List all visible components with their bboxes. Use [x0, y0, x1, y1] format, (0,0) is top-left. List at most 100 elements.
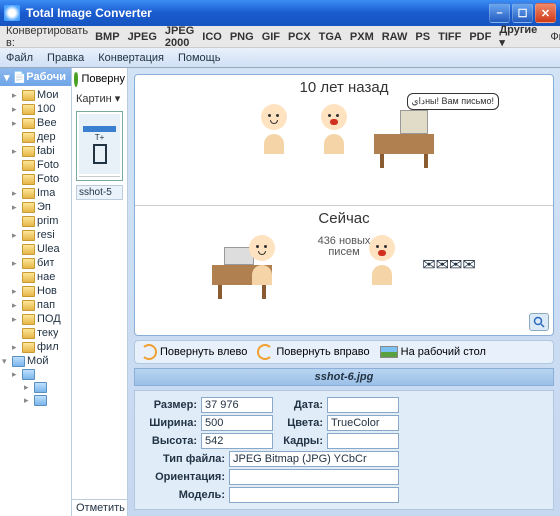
thumbnail-footer: [79, 176, 120, 178]
format-pcx[interactable]: PCX: [287, 31, 312, 43]
thumbnail-filename[interactable]: sshot-5: [76, 185, 123, 200]
other-formats-button[interactable]: Другие ▾: [498, 24, 538, 49]
format-ico[interactable]: ICO: [201, 31, 223, 43]
tree-item[interactable]: дер: [0, 130, 71, 144]
zoom-button[interactable]: [529, 313, 549, 331]
tree-item[interactable]: ▸: [0, 381, 71, 394]
refresh-label: Поверну: [81, 73, 125, 85]
format-tga[interactable]: TGA: [318, 31, 343, 43]
date-label: Дата:: [277, 399, 323, 411]
tree-item[interactable]: теку: [0, 326, 71, 340]
orientation-field[interactable]: [229, 469, 399, 485]
tree-item[interactable]: prim: [0, 214, 71, 228]
tree-item[interactable]: ▸фил: [0, 340, 71, 354]
format-pxm[interactable]: PXM: [349, 31, 375, 43]
folder-icon: [22, 202, 35, 213]
tree-item[interactable]: ▸: [0, 368, 71, 381]
frames-field[interactable]: [327, 433, 399, 449]
folder-tree-panel: ▾ 📄 Рабочи ▸Мои▸100▸Beeдер▸fabiFotoFoto▸…: [0, 68, 72, 516]
tree-item[interactable]: ▸fabi: [0, 144, 71, 158]
height-field[interactable]: [201, 433, 273, 449]
format-png[interactable]: PNG: [229, 31, 255, 43]
rotate-left-icon: [141, 344, 157, 360]
filetype-field[interactable]: [229, 451, 399, 467]
preview-title-bottom: Сейчас: [318, 210, 369, 227]
folder-icon: [22, 258, 35, 269]
properties-panel: Размер: Дата: Ширина: Цвета: Высота: Кад…: [134, 390, 554, 510]
tree-item[interactable]: ▸Нов: [0, 284, 71, 298]
menu-file[interactable]: Файл: [6, 52, 33, 64]
thumbnail-mode-label[interactable]: Картин ▾: [72, 90, 127, 107]
format-raw[interactable]: RAW: [381, 31, 409, 43]
thumbnail-image: T+: [79, 114, 120, 174]
tree-item[interactable]: ▸пап: [0, 298, 71, 312]
folder-icon: [22, 286, 35, 297]
format-gif[interactable]: GIF: [261, 31, 281, 43]
cartoon-person: [242, 235, 282, 285]
filter-label: Фильтр:: [550, 31, 560, 43]
tree-item[interactable]: ▾Мой: [0, 354, 71, 368]
mark-button[interactable]: Отметить: [72, 499, 127, 516]
tree-header[interactable]: ▾ 📄 Рабочи: [0, 68, 71, 86]
format-pdf[interactable]: PDF: [468, 31, 492, 43]
tree-item[interactable]: Foto: [0, 158, 71, 172]
main-panel: 10 лет назад دايны! Вам письмо! Сейчас 4…: [128, 68, 560, 516]
tree-item[interactable]: Foto: [0, 172, 71, 186]
tree-item[interactable]: ▸Ima: [0, 186, 71, 200]
filetype-label: Тип файла:: [143, 453, 225, 465]
rotate-right-icon: [257, 344, 273, 360]
action-bar: Повернуть влево Повернуть вправо На рабо…: [134, 340, 554, 364]
folder-icon: [22, 132, 35, 143]
size-field[interactable]: [201, 397, 273, 413]
tree-item[interactable]: ▸бит: [0, 256, 71, 270]
orientation-label: Ориентация:: [143, 471, 225, 483]
menu-edit[interactable]: Правка: [47, 52, 84, 64]
width-field[interactable]: [201, 415, 273, 431]
thumbnail-item[interactable]: T+: [76, 111, 123, 181]
folder-icon: [34, 382, 47, 393]
folder-icon: [34, 395, 47, 406]
folder-icon: [22, 342, 35, 353]
tree-item[interactable]: ▸resi: [0, 228, 71, 242]
format-jpeg2000[interactable]: JPEG 2000: [164, 25, 195, 49]
format-tiff[interactable]: TIFF: [437, 31, 462, 43]
refresh-button[interactable]: Поверну: [72, 68, 127, 90]
close-button[interactable]: ✕: [535, 3, 556, 23]
tree-item[interactable]: ▸Эп: [0, 200, 71, 214]
date-field[interactable]: [327, 397, 399, 413]
tree-item[interactable]: ▸Bee: [0, 116, 71, 130]
folder-icon: [22, 300, 35, 311]
colors-field[interactable]: [327, 415, 399, 431]
cartoon-desk: [374, 134, 434, 154]
menubar: Файл Правка Конвертация Помощь: [0, 48, 560, 68]
folder-icon: [22, 216, 35, 227]
folder-icon: [22, 369, 35, 380]
format-bmp[interactable]: BMP: [94, 31, 120, 43]
format-jpeg[interactable]: JPEG: [127, 31, 158, 43]
cartoon-person: [362, 235, 402, 285]
tree-item[interactable]: Ulea: [0, 242, 71, 256]
tree-item[interactable]: ▸Мои: [0, 88, 71, 102]
folder-icon: [22, 272, 35, 283]
tree-item[interactable]: ▸ПОД: [0, 312, 71, 326]
rotate-left-button[interactable]: Повернуть влево: [141, 344, 247, 360]
tree-item[interactable]: нае: [0, 270, 71, 284]
cartoon-person: [314, 104, 354, 154]
tree-item[interactable]: ▸: [0, 394, 71, 407]
tree-item[interactable]: ▸100: [0, 102, 71, 116]
rotate-right-button[interactable]: Повернуть вправо: [257, 344, 369, 360]
folder-icon: [22, 230, 35, 241]
format-ps[interactable]: PS: [414, 31, 431, 43]
folder-icon: [22, 146, 35, 157]
width-label: Ширина:: [143, 417, 197, 429]
menu-help[interactable]: Помощь: [178, 52, 221, 64]
minimize-button[interactable]: –: [489, 3, 510, 23]
maximize-button[interactable]: ☐: [512, 3, 533, 23]
window-title: Total Image Converter: [26, 6, 487, 20]
preview-title-top: 10 лет назад: [300, 79, 389, 96]
model-field[interactable]: [229, 487, 399, 503]
speech-bubble: دايны! Вам письмо!: [407, 93, 499, 110]
menu-convert[interactable]: Конвертация: [98, 52, 164, 64]
folder-icon: [22, 174, 35, 185]
set-wallpaper-button[interactable]: На рабочий стол: [380, 346, 486, 358]
